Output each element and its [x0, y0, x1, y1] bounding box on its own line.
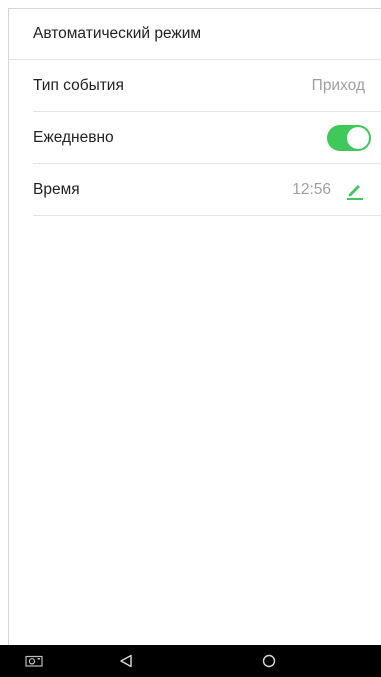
daily-row: Ежедневно [33, 112, 381, 164]
time-row[interactable]: Время 12:56 [33, 164, 381, 216]
page-title: Автоматический режим [9, 9, 381, 60]
screen: Автоматический режим Тип события Приход … [0, 0, 381, 677]
daily-label: Ежедневно [33, 128, 114, 146]
event-type-value[interactable]: Приход [312, 77, 365, 95]
settings-panel: Автоматический режим Тип события Приход … [8, 8, 381, 645]
home-circle-icon[interactable] [257, 645, 281, 677]
time-label: Время [33, 180, 80, 198]
event-type-label: Тип события [33, 76, 124, 94]
navigation-bar [0, 645, 381, 677]
time-value-group: 12:56 [292, 180, 365, 200]
time-value: 12:56 [292, 180, 331, 198]
screenshot-icon[interactable] [22, 645, 46, 677]
daily-toggle[interactable] [327, 124, 371, 151]
toggle-knob [347, 126, 369, 149]
back-triangle-icon[interactable] [114, 645, 138, 677]
pencil-icon[interactable] [345, 180, 365, 200]
event-type-row[interactable]: Тип события Приход [33, 60, 381, 112]
